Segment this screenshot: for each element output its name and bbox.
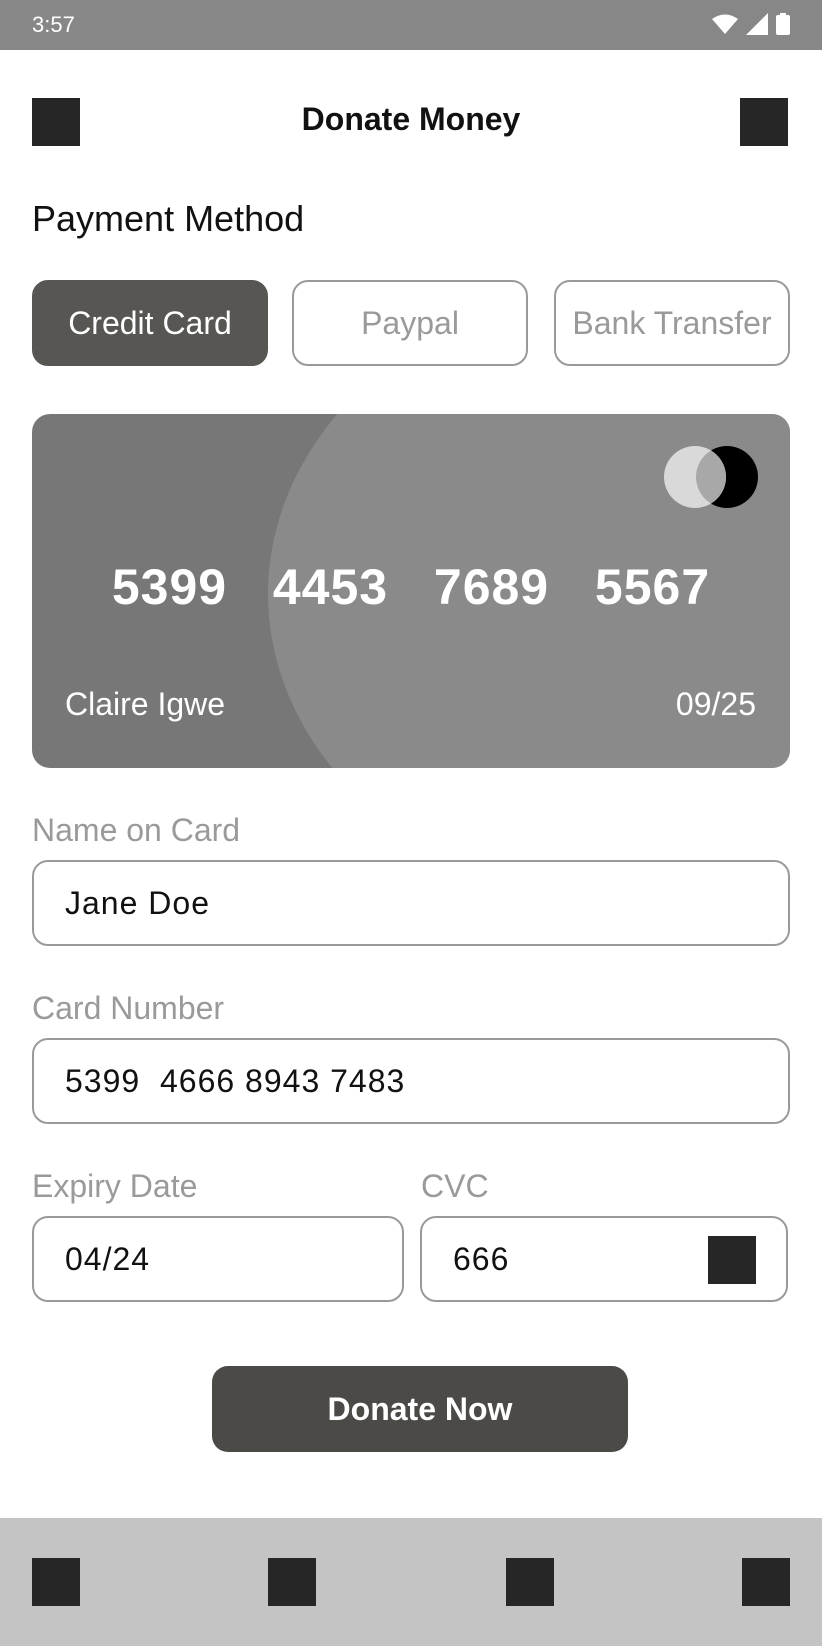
battery-icon xyxy=(776,13,790,35)
payment-method-heading: Payment Method xyxy=(32,198,305,239)
status-time: 3:57 xyxy=(32,12,75,37)
card-number-value: 5399 4666 8943 7483 xyxy=(65,1063,406,1099)
card-holder-name: Claire Igwe xyxy=(65,686,226,722)
cvc-value: 666 xyxy=(453,1241,510,1277)
card-number: 5399 4453 7689 5567 xyxy=(111,559,711,615)
page-title: Donate Money xyxy=(301,101,521,137)
donate-now-button[interactable]: Donate Now xyxy=(212,1366,628,1452)
credit-card-preview: 5399 4453 7689 5567 Claire Igwe 09/25 xyxy=(32,414,790,768)
tab-label: Paypal xyxy=(361,304,459,341)
home-icon[interactable] xyxy=(32,1558,80,1606)
status-bar: 3:57 xyxy=(0,0,822,50)
tab-credit-card[interactable]: Credit Card xyxy=(32,280,268,366)
name-on-card-value: Jane Doe xyxy=(65,885,210,921)
cvc-field[interactable]: 666 xyxy=(420,1216,788,1302)
mastercard-logo-overlap xyxy=(696,446,758,508)
expiry-date-label: Expiry Date xyxy=(32,1168,198,1204)
bottom-nav xyxy=(0,1518,822,1646)
status-icons xyxy=(712,13,790,35)
profile-nav-icon[interactable] xyxy=(742,1558,790,1606)
expiry-date-field[interactable]: 04/24 xyxy=(32,1216,404,1302)
donate-icon[interactable] xyxy=(506,1558,554,1606)
explore-icon[interactable] xyxy=(268,1558,316,1606)
name-on-card-field[interactable]: Jane Doe xyxy=(32,860,790,946)
wifi-icon xyxy=(712,14,738,34)
tab-label: Credit Card xyxy=(68,304,232,341)
card-cvc-icon[interactable] xyxy=(708,1236,756,1284)
tab-paypal[interactable]: Paypal xyxy=(292,280,528,366)
profile-icon[interactable] xyxy=(740,98,788,146)
name-on-card-label: Name on Card xyxy=(32,812,241,848)
card-number-field[interactable]: 5399 4666 8943 7483 xyxy=(32,1038,790,1124)
cvc-label: CVC xyxy=(421,1168,489,1204)
signal-icon xyxy=(746,13,768,35)
tab-bank-transfer[interactable]: Bank Transfer xyxy=(554,280,790,366)
card-expiry: 09/25 xyxy=(675,686,756,722)
card-number-label: Card Number xyxy=(32,990,225,1026)
expiry-date-value: 04/24 xyxy=(65,1241,151,1277)
donate-now-label: Donate Now xyxy=(327,1390,513,1427)
tab-label: Bank Transfer xyxy=(572,304,772,341)
